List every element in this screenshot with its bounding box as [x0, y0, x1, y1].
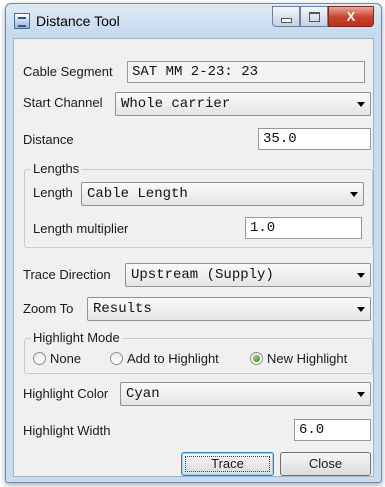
- start-channel-value: Whole carrier: [121, 96, 231, 112]
- length-multiplier-label: Length multiplier: [33, 221, 129, 236]
- close-window-icon[interactable]: X: [328, 6, 374, 27]
- title-bar[interactable]: Distance Tool X: [6, 4, 381, 38]
- lengths-group: Lengths Length Cable Length Length multi…: [24, 161, 373, 248]
- chevron-down-icon: [357, 273, 365, 278]
- distance-tool-window: Distance Tool X Cable Segment SAT MM 2-2…: [5, 3, 382, 483]
- chevron-down-icon: [350, 192, 358, 197]
- chevron-down-icon: [357, 307, 365, 312]
- radio-button-selected-icon: [250, 352, 263, 365]
- radio-add-to-highlight-label: Add to Highlight: [127, 351, 219, 366]
- highlight-mode-title: Highlight Mode: [31, 330, 122, 345]
- highlight-color-label: Highlight Color: [23, 386, 109, 401]
- cable-segment-label: Cable Segment: [23, 64, 113, 79]
- zoom-to-value: Results: [93, 301, 152, 317]
- distance-label: Distance: [23, 132, 74, 147]
- highlight-width-label: Highlight Width: [23, 423, 111, 438]
- radio-add-to-highlight[interactable]: Add to Highlight: [110, 351, 219, 366]
- distance-field[interactable]: 35.0: [258, 128, 371, 150]
- radio-none-label: None: [50, 351, 82, 366]
- minimize-icon[interactable]: [272, 6, 300, 27]
- radio-new-highlight[interactable]: New Highlight: [250, 351, 347, 366]
- length-value: Cable Length: [87, 186, 188, 202]
- trace-direction-label: Trace Direction: [23, 267, 111, 282]
- lengths-group-title: Lengths: [31, 161, 82, 176]
- dialog-body: Cable Segment SAT MM 2-23: 23 Start Chan…: [13, 38, 374, 477]
- length-dropdown[interactable]: Cable Length: [81, 182, 364, 206]
- zoom-to-label: Zoom To: [23, 301, 74, 316]
- trace-button[interactable]: Trace: [181, 452, 274, 476]
- length-multiplier-field[interactable]: 1.0: [245, 217, 362, 239]
- trace-direction-value: Upstream (Supply): [131, 267, 274, 283]
- radio-button-icon: [110, 352, 123, 365]
- start-channel-dropdown[interactable]: Whole carrier: [115, 92, 371, 116]
- focus-ring: [185, 456, 270, 472]
- highlight-width-field[interactable]: 6.0: [294, 419, 371, 441]
- chevron-down-icon: [357, 102, 365, 107]
- radio-none[interactable]: None: [33, 351, 81, 366]
- app-window-icon: [14, 13, 30, 29]
- chevron-down-icon: [357, 392, 365, 397]
- close-button-label: Close: [308, 456, 343, 471]
- maximize-icon[interactable]: [300, 6, 328, 27]
- trace-direction-dropdown[interactable]: Upstream (Supply): [125, 263, 371, 287]
- zoom-to-dropdown[interactable]: Results: [87, 297, 371, 321]
- radio-button-icon: [33, 352, 46, 365]
- window-controls: X: [272, 6, 374, 27]
- start-channel-label: Start Channel: [23, 95, 103, 110]
- highlight-color-value: Cyan: [126, 386, 160, 402]
- highlight-color-dropdown[interactable]: Cyan: [120, 382, 371, 406]
- cable-segment-field[interactable]: SAT MM 2-23: 23: [127, 61, 365, 83]
- close-button[interactable]: Close: [280, 452, 371, 476]
- highlight-mode-group: Highlight Mode None Add to Highlight New…: [24, 330, 373, 374]
- window-title: Distance Tool: [36, 13, 120, 29]
- length-label: Length: [33, 185, 73, 200]
- radio-new-highlight-label: New Highlight: [267, 351, 348, 366]
